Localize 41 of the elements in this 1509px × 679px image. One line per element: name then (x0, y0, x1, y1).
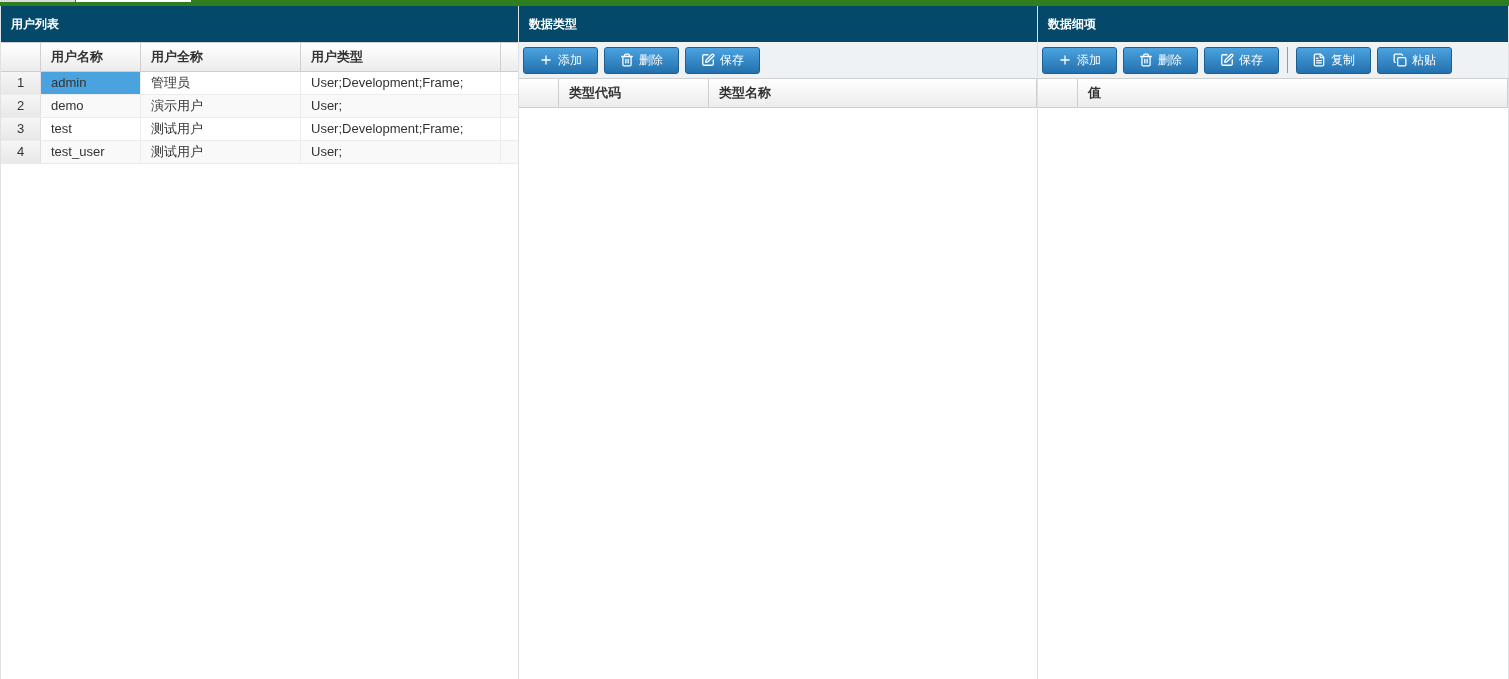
toolbar-button[interactable]: 添加 (523, 46, 598, 74)
table-cell[interactable]: 演示用户 (141, 95, 301, 117)
toolbar-button[interactable]: 复制 (1296, 46, 1371, 74)
trash-icon (1139, 53, 1153, 67)
table-cell[interactable]: User; (301, 141, 501, 163)
table-cell[interactable]: 测试用户 (141, 118, 301, 140)
table-cell[interactable]: User;Development;Frame; (301, 118, 501, 140)
edit-icon (1220, 53, 1234, 67)
table-cell[interactable]: test_user (41, 141, 141, 163)
panel-title: 数据细项 (1048, 16, 1096, 33)
column-header[interactable]: 类型名称 (709, 79, 1037, 107)
row-number: 4 (1, 141, 41, 163)
toolbar-button[interactable]: 保存 (1204, 46, 1279, 74)
plus-icon (539, 53, 553, 67)
table-cell[interactable]: admin (41, 72, 141, 94)
table-cell[interactable]: User;Development;Frame; (301, 72, 501, 94)
document-icon (1312, 53, 1326, 67)
panel-title: 数据类型 (529, 16, 577, 33)
row-number: 3 (1, 118, 41, 140)
column-header[interactable]: 类型代码 (559, 79, 709, 107)
edit-icon (701, 53, 715, 67)
column-header[interactable]: 用户名称 (41, 43, 141, 71)
panel-title: 用户列表 (11, 16, 59, 33)
table-cell[interactable]: test (41, 118, 141, 140)
table-cell[interactable]: 测试用户 (141, 141, 301, 163)
toolbar-button[interactable]: 删除 (1123, 46, 1198, 74)
trash-icon (620, 53, 634, 67)
toolbar-button[interactable]: 添加 (1042, 46, 1117, 74)
table-cell[interactable]: 管理员 (141, 72, 301, 94)
documents-icon (1393, 53, 1407, 67)
row-number: 2 (1, 95, 41, 117)
toolbar-button[interactable]: 删除 (604, 46, 679, 74)
column-header[interactable]: 值 (1078, 79, 1508, 107)
row-number: 1 (1, 72, 41, 94)
column-header[interactable]: 用户全称 (141, 43, 301, 71)
plus-icon (1058, 53, 1072, 67)
toolbar-button[interactable]: 保存 (685, 46, 760, 74)
table-cell[interactable]: User; (301, 95, 501, 117)
toolbar-button[interactable]: 粘贴 (1377, 46, 1452, 74)
column-header[interactable]: 用户类型 (301, 43, 501, 71)
table-cell[interactable]: demo (41, 95, 141, 117)
